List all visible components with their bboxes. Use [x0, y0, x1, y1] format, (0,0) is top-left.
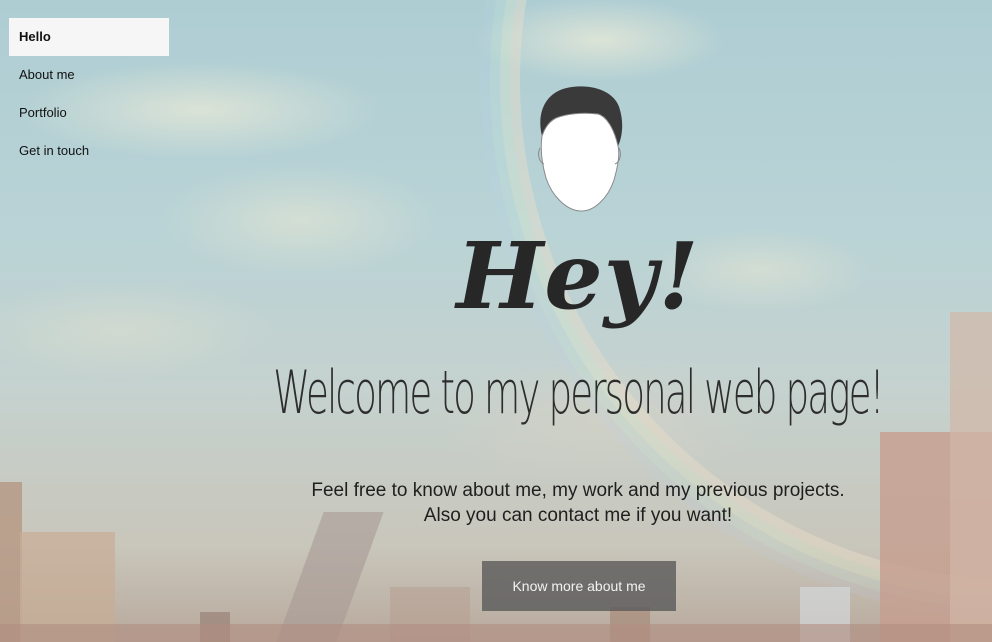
building: [276, 512, 384, 642]
page-headline: Welcome to my personal web page!: [273, 358, 884, 428]
nav-item-hello[interactable]: Hello: [9, 18, 169, 56]
intro-text: Feel free to know about me, my work and …: [0, 478, 992, 528]
building: [950, 312, 992, 642]
building: [0, 624, 992, 642]
intro-line-2: Also you can contact me if you want!: [423, 505, 733, 526]
know-more-button[interactable]: Know more about me: [482, 561, 676, 611]
nav-item-portfolio[interactable]: Portfolio: [9, 94, 169, 132]
intro-line-1: Feel free to know about me, my work and …: [311, 480, 845, 501]
greeting-heading: Hey!: [456, 222, 700, 330]
side-nav: Hello About me Portfolio Get in touch: [9, 18, 169, 170]
face-avatar-icon: [538, 86, 623, 212]
nav-item-get-in-touch[interactable]: Get in touch: [9, 132, 169, 170]
nav-item-about-me[interactable]: About me: [9, 56, 169, 94]
